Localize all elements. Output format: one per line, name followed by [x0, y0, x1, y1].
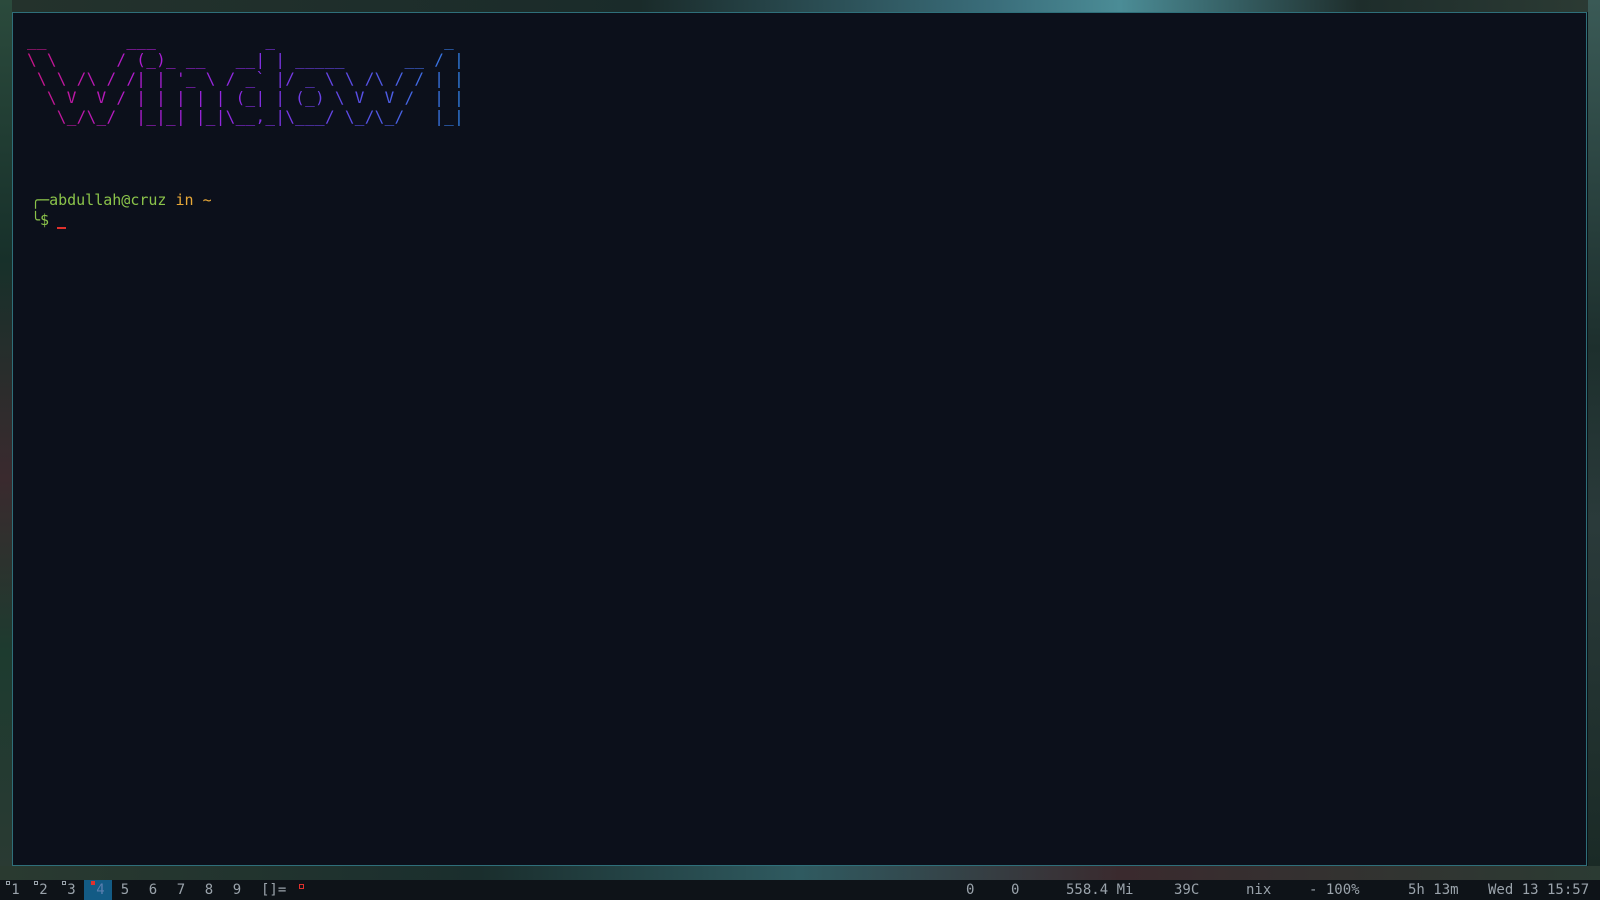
urgent-dot-icon: [299, 884, 304, 889]
prompt-cwd: ~: [202, 191, 212, 209]
occupied-dot-icon: [62, 881, 67, 885]
workspace-5[interactable]: 5: [114, 880, 136, 900]
workspace-8[interactable]: 8: [198, 880, 220, 900]
workspace-2[interactable]: 2: [28, 880, 54, 900]
wallpaper-bottom: [0, 866, 1600, 880]
workspace-label: 6: [148, 882, 158, 898]
banner-line: \_/\_/ |_|_| |_|\__,_|\___/ \_/\_/ |_|: [27, 107, 465, 126]
prompt-line-1: ╭─abdullah@cruz in ~: [31, 191, 212, 210]
wallpaper-top: [0, 0, 1600, 12]
banner-line: __ ___ _ _: [27, 31, 455, 50]
workspace-4[interactable]: 4: [84, 880, 112, 900]
layout-indicator[interactable]: []=: [261, 880, 286, 900]
uptime: 5h 13m: [1408, 882, 1459, 898]
occupied-dot-icon: [34, 881, 39, 885]
prompt-user-host: abdullah@cruz: [49, 191, 167, 209]
hostname: nix: [1246, 882, 1272, 898]
ascii-banner: __ ___ _ _ \ \ / (_)_ __ __| | _____ __ …: [27, 31, 464, 126]
prompt-corner-bottom: ╰: [31, 211, 41, 229]
net-up: 0: [1011, 882, 1020, 898]
banner-line: \ \ / (_)_ __ __| | _____ __ / |: [27, 50, 465, 69]
workspace-label: 9: [232, 882, 242, 898]
workspace-9[interactable]: 9: [226, 880, 248, 900]
workspace-label: 5: [120, 882, 130, 898]
net-down: 0: [966, 882, 975, 898]
banner-line: \ \ /\ / /| | '_ \ / _` |/ _ \ \ /\ / / …: [27, 69, 465, 88]
workspace-label: 1: [11, 882, 20, 898]
workspace-6[interactable]: 6: [142, 880, 164, 900]
cpu-temperature: 39C: [1174, 882, 1200, 898]
workspace-label: 2: [39, 882, 48, 898]
status-bar: 1 2 3 4 5 6 7 8 9 []= 0 0 558.4 Mi 39C n…: [0, 880, 1600, 900]
prompt-line-2[interactable]: ╰$: [31, 211, 67, 230]
banner-line: \ V V / | | | | | (_| | (_) \ V V / | |: [27, 88, 465, 107]
prompt-symbol: $: [40, 211, 50, 229]
wallpaper-right: [1588, 0, 1600, 870]
occupied-dot-icon: [6, 881, 11, 885]
workspace-7[interactable]: 7: [170, 880, 192, 900]
workspace-label: 7: [176, 882, 186, 898]
wallpaper-left: [0, 0, 12, 870]
occupied-dot-icon: [91, 881, 96, 885]
workspace-label: 3: [67, 882, 76, 898]
prompt-in-word: in: [166, 191, 203, 209]
workspace-label: 8: [204, 882, 214, 898]
cursor-icon: [57, 227, 67, 229]
memory-usage: 558.4 Mi: [1066, 882, 1134, 898]
workspace-label: 4: [96, 882, 105, 898]
workspace-3[interactable]: 3: [56, 880, 82, 900]
terminal-window[interactable]: __ ___ _ _ \ \ / (_)_ __ __| | _____ __ …: [12, 12, 1587, 866]
workspace-1[interactable]: 1: [0, 880, 26, 900]
clock[interactable]: Wed 13 15:57: [1488, 880, 1589, 900]
battery-status: - 100%: [1309, 882, 1360, 898]
prompt-corner-top: ╭─: [31, 191, 50, 209]
